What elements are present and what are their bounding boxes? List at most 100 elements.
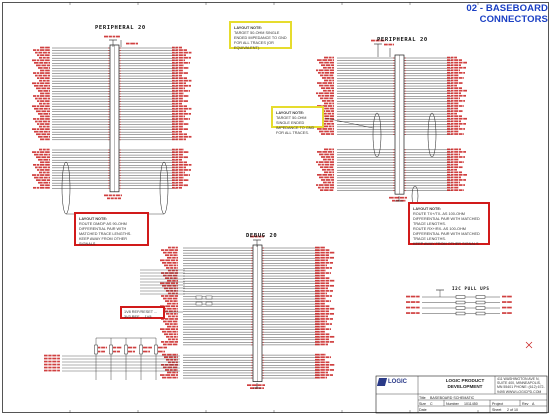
net-label-glyph [171,246,175,249]
net-label-glyph [320,305,325,308]
net-label [319,130,334,133]
net-label-glyph [318,184,324,186]
net-label-glyph [454,112,457,115]
pin-dot [119,55,121,57]
number-label: Number [446,402,459,406]
net-label-glyph [326,100,331,102]
layout-note-yellow-mid: LAYOUT NOTE: TARGET 50-OHM SINGLE ENDED … [271,106,324,135]
pin-dot [262,267,264,269]
net-label-glyph [183,56,188,59]
layout-note-yellow-top: LAYOUT NOTE: TARGET 50-OHM SINGLE ENDED … [229,21,292,50]
net-label-glyph [172,371,176,374]
net-label-glyph [323,66,327,69]
net-label-glyph [39,148,43,151]
net-label-glyph [454,59,459,61]
resistor [94,344,98,355]
pin-dot [404,128,406,130]
net-label-glyph [45,82,50,85]
pin-dot [251,318,253,320]
net-label-glyph [507,306,512,309]
net-label-glyph [40,100,45,102]
pin-dot [108,103,110,105]
net-label-glyph [329,267,332,269]
net-label-glyph [178,164,183,166]
net-label [318,72,334,74]
net-label-glyph [188,62,190,64]
net-label [113,350,120,353]
net-label-glyph [454,105,459,107]
net-label-glyph [384,43,388,46]
net-label-glyph [454,94,459,97]
net-label-glyph [315,371,320,374]
pin-dot [262,375,264,376]
pin-dot [251,285,253,287]
pin-dot [119,182,121,184]
net-label [447,102,459,105]
pin-dot [404,111,406,113]
net-label-glyph [447,158,451,161]
net-label-glyph [447,174,451,176]
net-label [160,374,178,376]
net-label-glyph [173,323,177,325]
net-label-glyph [315,269,320,272]
pin-dot [393,90,395,92]
pin-dot [262,262,264,264]
net-label-glyph [47,97,50,100]
net-label [447,133,464,135]
net-label-glyph [454,74,459,77]
net-label-glyph [177,333,178,336]
net-label-glyph [166,313,170,315]
net-label-glyph [320,302,325,305]
net-label-glyph [41,64,46,67]
net-label-glyph [167,279,172,282]
net-label-glyph [315,274,320,277]
net-label-glyph [454,64,459,67]
net-label-glyph [46,64,50,67]
net-label [447,123,466,125]
net-label-glyph [120,194,122,197]
net-label-glyph [172,156,175,159]
net-label-glyph [389,196,394,199]
net-label [32,105,50,108]
net-label-glyph [175,282,178,285]
pin-dot [108,47,110,49]
pin-dot [393,57,395,59]
net-label-glyph [319,130,324,133]
net-label-glyph [458,120,461,123]
net-label-glyph [447,69,451,72]
net-label-glyph [325,307,329,310]
net-label-glyph [108,35,112,38]
net-label-glyph [163,274,167,277]
net-label [98,346,107,349]
net-label-glyph [46,125,50,128]
net-label [172,87,185,90]
net-label [447,107,458,110]
net-label-glyph [178,156,183,159]
net-label-glyph [447,189,451,191]
net-label-glyph [331,123,334,125]
net-label-glyph [104,194,109,197]
net-label-glyph [172,107,175,110]
pin-dot [404,182,406,184]
net-label-glyph [183,77,187,79]
net-label-glyph [162,330,167,333]
net-label-glyph [332,128,334,130]
net-label-glyph [315,323,320,325]
net-label-glyph [175,82,179,85]
net-label-glyph [322,151,328,153]
pin-dot [404,185,406,186]
net-label-glyph [45,123,50,125]
net-label [143,350,150,353]
net-label-glyph [183,123,188,125]
net-label-glyph [169,295,174,297]
pin-dot [393,179,395,181]
net-label-glyph [178,62,183,64]
net-label-glyph [315,262,320,264]
pin-dot [262,364,264,366]
net-label [172,148,184,151]
net-label-glyph [178,97,183,100]
net-label-glyph [329,313,334,315]
net-label-glyph [39,95,45,97]
net-label [447,151,466,153]
net-label-glyph [188,84,191,87]
